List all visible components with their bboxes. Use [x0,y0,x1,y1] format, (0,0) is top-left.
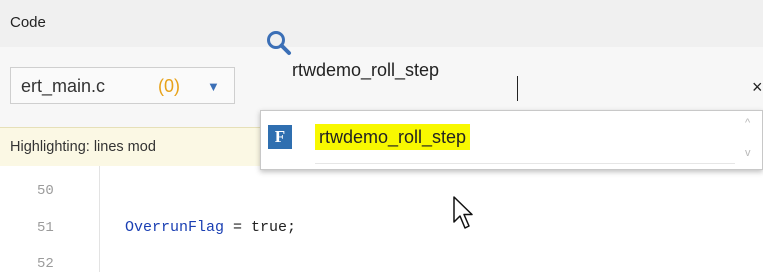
search-input[interactable] [292,55,732,85]
code-editor[interactable]: 50 51 52 OverrunFlag = true; [0,166,763,272]
text-caret [517,76,518,101]
chevron-down-icon: ▼ [207,79,220,94]
panel-title: Code [10,14,46,31]
divider [315,163,735,164]
scroll-down-arrow[interactable]: v [745,147,751,159]
file-selector-count: (0) [158,76,180,96]
code-line-51[interactable]: OverrunFlag = true; [125,219,296,236]
line-number-gutter: 50 51 52 [0,166,100,272]
code-text: = true; [224,219,297,236]
function-icon: F [268,125,292,149]
mouse-pointer-icon [453,196,473,229]
file-selector-filename: ert_main.c [21,76,106,96]
search-icon[interactable] [266,30,292,56]
suggestion-item[interactable]: rtwdemo_roll_step [315,124,471,150]
file-selector[interactable]: ert_main.c (0) ▼ [10,67,235,104]
panel-header: Code [0,0,763,47]
scroll-up-arrow[interactable]: ^ [745,117,750,129]
line-number: 52 [37,256,54,272]
highlight-info-text: Highlighting: lines mod [10,139,156,155]
line-number: 51 [37,220,54,236]
search-suggestions: F rtwdemo_roll_step ^ v [260,110,763,170]
close-icon[interactable]: × [752,78,763,96]
code-identifier: OverrunFlag [125,219,225,236]
line-number: 50 [37,183,54,199]
